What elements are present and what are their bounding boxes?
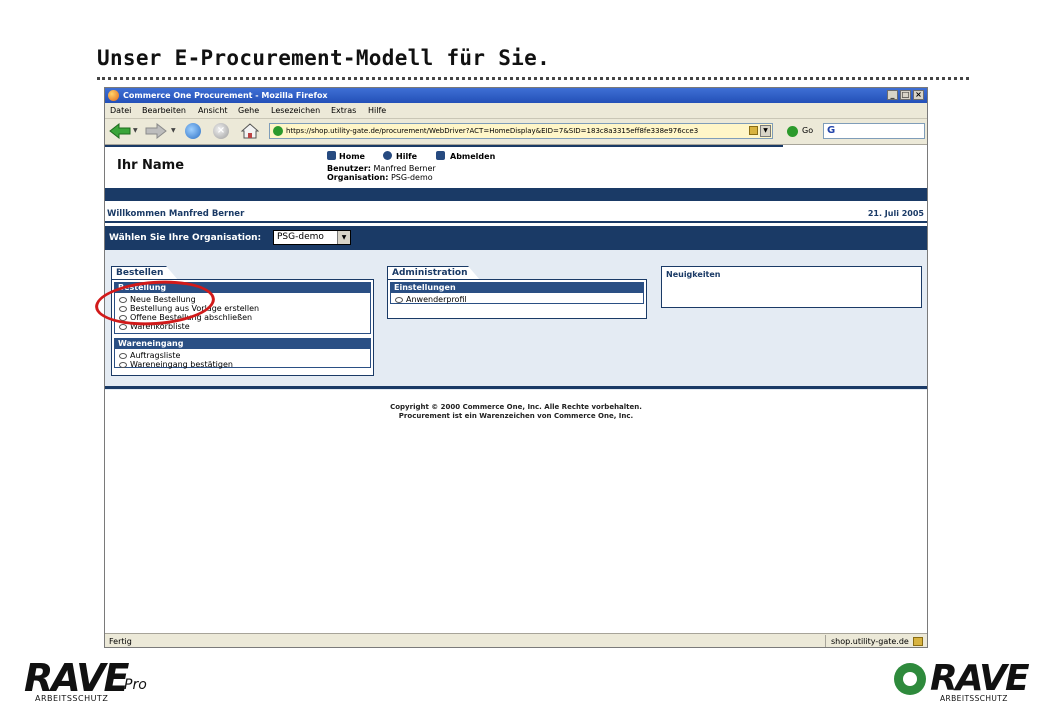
- menu-extras[interactable]: Extras: [331, 103, 356, 118]
- copyright-line-1: Copyright © 2000 Commerce One, Inc. Alle…: [390, 403, 642, 411]
- address-dropdown-icon[interactable]: ▼: [760, 125, 771, 137]
- back-arrow-icon[interactable]: [109, 123, 131, 139]
- ssl-lock-icon[interactable]: [749, 126, 758, 135]
- status-text: Fertig: [109, 637, 132, 646]
- menu-lesezeichen[interactable]: Lesezeichen: [271, 103, 320, 118]
- copyright-line-2: Procurement ist ein Warenzeichen von Com…: [398, 412, 634, 420]
- link-auftragsliste[interactable]: Auftragsliste: [119, 351, 180, 360]
- slide-title: Unser E-Procurement-Modell für Sie.: [97, 46, 551, 70]
- bullet-icon: [119, 361, 127, 368]
- logo-left-suffix: Pro: [124, 677, 147, 693]
- home-icon[interactable]: [241, 123, 259, 139]
- minimize-button[interactable]: _: [887, 90, 898, 100]
- copyright: Copyright © 2000 Commerce One, Inc. Alle…: [105, 403, 927, 421]
- section-einstellungen: Einstellungen Anwenderprofil: [390, 282, 644, 304]
- administration-panel: Einstellungen Anwenderprofil: [387, 279, 647, 319]
- forward-arrow-icon[interactable]: [145, 123, 167, 139]
- navigation-toolbar: ▼ ▼ × https://shop.utility-gate.de/procu…: [105, 119, 927, 145]
- organization-select-value: PSG-demo: [277, 232, 324, 242]
- header-band: [105, 188, 927, 201]
- search-engine-icon: G: [827, 125, 836, 136]
- help-link[interactable]: Hilfe: [396, 152, 417, 161]
- firefox-icon: [108, 90, 119, 101]
- bullet-icon: [395, 296, 403, 303]
- rave-logo: RAVE ARBEITSSCHUTZ: [892, 661, 1030, 707]
- portal-panels: Bestellen Bestellung Neue Bestellung Bes…: [105, 250, 927, 390]
- section-einstellungen-head: Einstellungen: [391, 283, 643, 293]
- window-title: Commerce One Procurement - Mozilla Firef…: [123, 91, 328, 100]
- org-value: PSG-demo: [390, 173, 433, 182]
- bullet-icon: [119, 352, 127, 359]
- your-name-placeholder: Ihr Name: [117, 158, 185, 173]
- tab-bestellen-edge: [166, 266, 178, 280]
- menu-bearbeiten[interactable]: Bearbeiten: [142, 103, 186, 118]
- menu-gehe[interactable]: Gehe: [238, 103, 259, 118]
- logo-left-sub: ARBEITSSCHUTZ: [35, 694, 109, 703]
- status-lock-icon[interactable]: [913, 637, 923, 646]
- organization-select[interactable]: PSG-demo ▼: [273, 230, 351, 245]
- home-nav-icon[interactable]: [327, 151, 336, 160]
- rave-pro-logo: RAVE Pro ARBEITSSCHUTZ: [24, 659, 154, 705]
- rave-mark-icon: [894, 663, 926, 695]
- forward-dropdown-icon[interactable]: ▼: [171, 127, 176, 134]
- stop-icon[interactable]: ×: [213, 123, 229, 139]
- user-label: Benutzer:: [327, 164, 371, 173]
- window-titlebar: Commerce One Procurement - Mozilla Firef…: [105, 88, 927, 103]
- menu-datei[interactable]: Datei: [110, 103, 131, 118]
- back-dropdown-icon[interactable]: ▼: [133, 127, 138, 134]
- home-link[interactable]: Home: [339, 152, 365, 161]
- status-domain: shop.utility-gate.de: [831, 637, 909, 646]
- link-wareneingang-bestaetigen[interactable]: Wareneingang bestätigen: [119, 360, 233, 369]
- news-panel: Neuigkeiten: [661, 266, 922, 308]
- user-info: Benutzer: Manfred Berner Organisation: P…: [327, 164, 436, 182]
- choose-org-label: Wählen Sie Ihre Organisation:: [109, 233, 262, 243]
- search-input[interactable]: G: [823, 123, 925, 139]
- address-bar[interactable]: https://shop.utility-gate.de/procurement…: [269, 123, 773, 139]
- close-button[interactable]: ×: [913, 90, 924, 100]
- page-content: Ihr Name Home Hilfe Abmelden Benutzer: M…: [105, 145, 927, 633]
- reload-icon[interactable]: [185, 123, 201, 139]
- menu-bar: Datei Bearbeiten Ansicht Gehe Lesezeiche…: [105, 103, 927, 119]
- organization-bar: Wählen Sie Ihre Organisation: PSG-demo ▼: [105, 226, 927, 250]
- welcome-rule: [105, 221, 927, 223]
- logout-link[interactable]: Abmelden: [450, 152, 495, 161]
- header-rule: [105, 145, 783, 147]
- tab-administration-edge: [468, 266, 480, 280]
- panels-bottom-rule: [105, 386, 927, 389]
- chevron-down-icon[interactable]: ▼: [337, 231, 350, 244]
- bullet-icon: [119, 323, 127, 330]
- news-heading: Neuigkeiten: [666, 270, 721, 279]
- logo-right-brand: RAVE: [930, 658, 1030, 699]
- logout-icon[interactable]: [436, 151, 445, 160]
- logo-right-sub: ARBEITSSCHUTZ: [940, 694, 1008, 703]
- link-anwenderprofil[interactable]: Anwenderprofil: [395, 295, 467, 304]
- logo-left-brand: RAVE: [24, 656, 129, 700]
- menu-ansicht[interactable]: Ansicht: [198, 103, 228, 118]
- section-wareneingang: Wareneingang Auftragsliste Wareneingang …: [114, 338, 371, 369]
- go-icon[interactable]: [787, 126, 798, 137]
- go-button[interactable]: Go: [802, 126, 813, 135]
- status-separator: [825, 635, 826, 647]
- welcome-text: Willkommen Manfred Berner: [107, 209, 245, 219]
- user-value: Manfred Berner: [373, 164, 436, 173]
- site-icon: [273, 126, 283, 136]
- tab-administration[interactable]: Administration: [387, 266, 469, 280]
- section-wareneingang-head: Wareneingang: [115, 339, 370, 349]
- tab-bestellen[interactable]: Bestellen: [111, 266, 167, 280]
- menu-hilfe[interactable]: Hilfe: [368, 103, 386, 118]
- org-label: Organisation:: [327, 173, 389, 182]
- maximize-button[interactable]: □: [900, 90, 911, 100]
- status-bar: Fertig shop.utility-gate.de: [105, 633, 927, 647]
- current-date: 21. Juli 2005: [867, 209, 924, 218]
- address-text: https://shop.utility-gate.de/procurement…: [286, 127, 699, 135]
- title-divider: [97, 77, 969, 80]
- help-icon[interactable]: [383, 151, 392, 160]
- browser-window: Commerce One Procurement - Mozilla Firef…: [104, 87, 928, 648]
